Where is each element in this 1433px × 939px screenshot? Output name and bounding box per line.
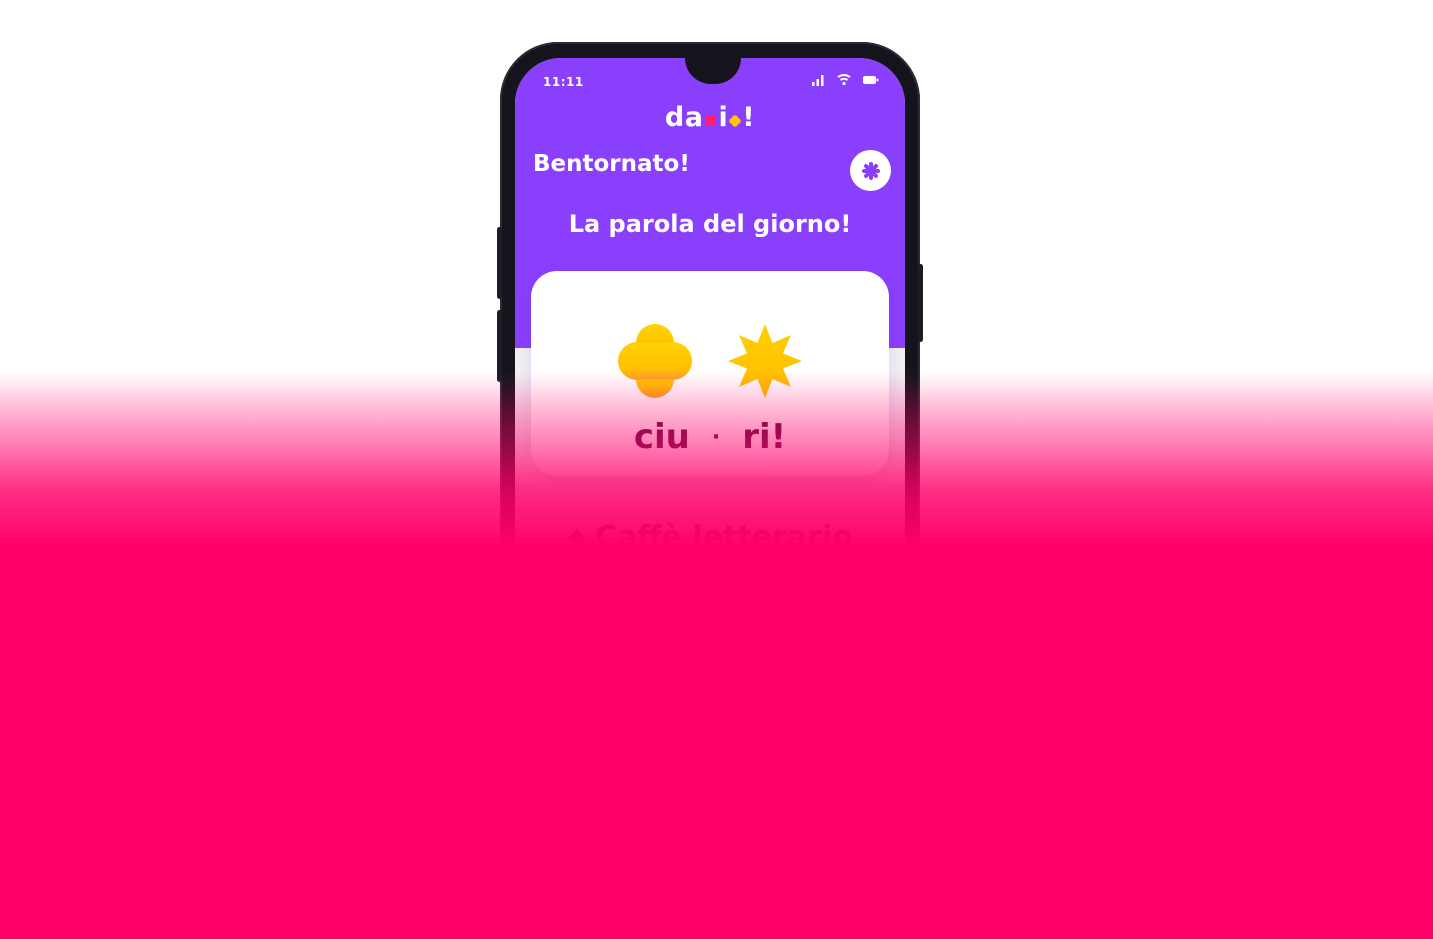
- battery-icon: [863, 76, 879, 84]
- logo-text-end: !: [742, 102, 756, 133]
- settings-button[interactable]: [850, 150, 891, 191]
- logo-square-icon: [705, 115, 717, 126]
- syllable-separator: ·: [711, 424, 721, 450]
- logo-text-start: da: [664, 102, 704, 133]
- phone-side-button: [497, 310, 502, 382]
- diamond-icon: [568, 528, 587, 547]
- status-time: 11:11: [543, 75, 584, 89]
- signal-icon: [812, 74, 824, 86]
- phone-screen: 11:11 da i ! Bentornato! La parola del g…: [515, 58, 905, 662]
- phone-power-button: [918, 264, 923, 342]
- status-icons: [811, 74, 879, 86]
- phone-volume-button: [497, 227, 502, 299]
- greeting-title: Bentornato!: [533, 151, 690, 177]
- logo-text-middle: i: [718, 102, 729, 133]
- word-of-day-card[interactable]: ciu · ri!: [531, 271, 889, 476]
- clover-icon: [618, 324, 692, 398]
- phone-frame: 11:11 da i ! Bentornato! La parola del g…: [497, 42, 923, 662]
- wifi-icon: [837, 74, 851, 86]
- asterisk-icon: [861, 161, 880, 180]
- app-logo: da i !: [515, 102, 905, 133]
- section-title[interactable]: Caffè letterario: [515, 520, 905, 555]
- star-burst-icon: [728, 324, 802, 398]
- word-of-day-heading: La parola del giorno!: [568, 210, 852, 238]
- syllable-2: ri!: [742, 417, 787, 457]
- syllable-icons: [531, 323, 889, 399]
- section-title-text: Caffè letterario: [595, 520, 853, 555]
- logo-clover-icon: [729, 114, 741, 127]
- syllable-1: ciu: [633, 417, 690, 457]
- word-syllables: ciu · ri!: [531, 417, 889, 457]
